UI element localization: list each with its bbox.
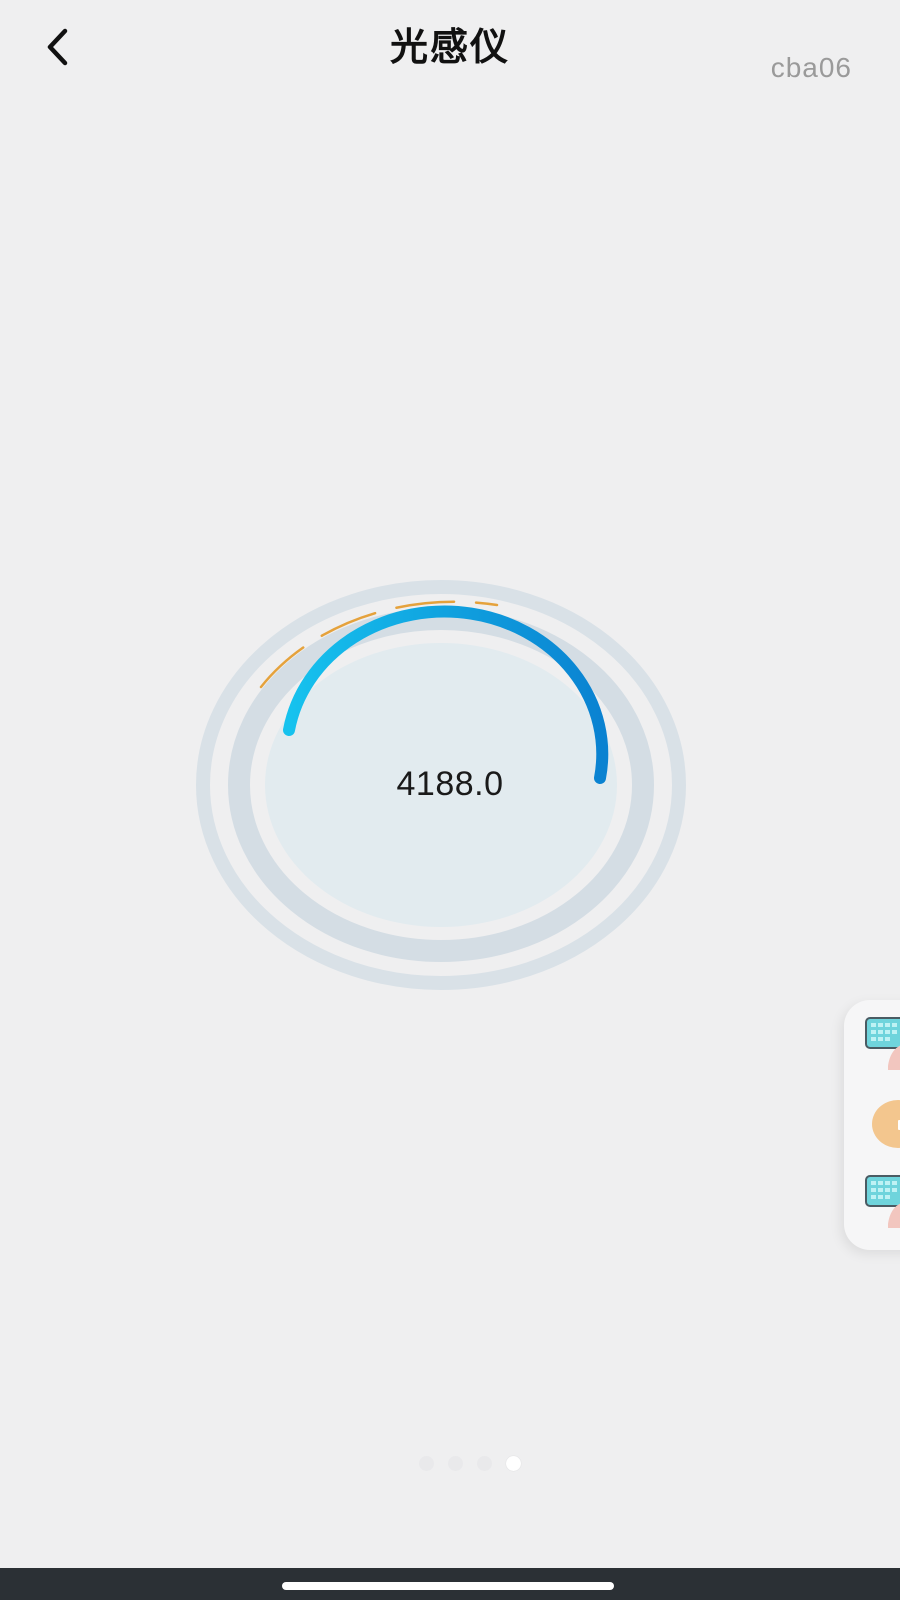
light-sensor-screen: 光感仪 cba06 4188.0 (0, 0, 900, 1600)
dock-item-keyboard[interactable] (864, 1014, 900, 1070)
dock-item-coin[interactable] (864, 1096, 900, 1152)
page-title: 光感仪 (389, 25, 510, 69)
page-indicator (0, 1456, 900, 1476)
page-dot-4[interactable] (506, 1456, 521, 1471)
system-navigation-bar (0, 1568, 900, 1600)
page-dot-2[interactable] (448, 1456, 463, 1471)
light-gauge: 4188.0 (195, 575, 705, 995)
keyboard-hand-icon (865, 1017, 900, 1070)
keyboard-hand-icon (865, 1175, 900, 1228)
dock-item-keyboard-2[interactable] (864, 1172, 900, 1228)
page-dot-3[interactable] (477, 1456, 492, 1471)
home-indicator[interactable] (282, 1582, 614, 1590)
coin-icon (872, 1100, 900, 1148)
device-id-label: cba06 (770, 52, 852, 83)
gauge-value: 4188.0 (396, 765, 504, 803)
page-dot-1[interactable] (419, 1456, 434, 1471)
side-tool-dock (844, 1000, 900, 1250)
